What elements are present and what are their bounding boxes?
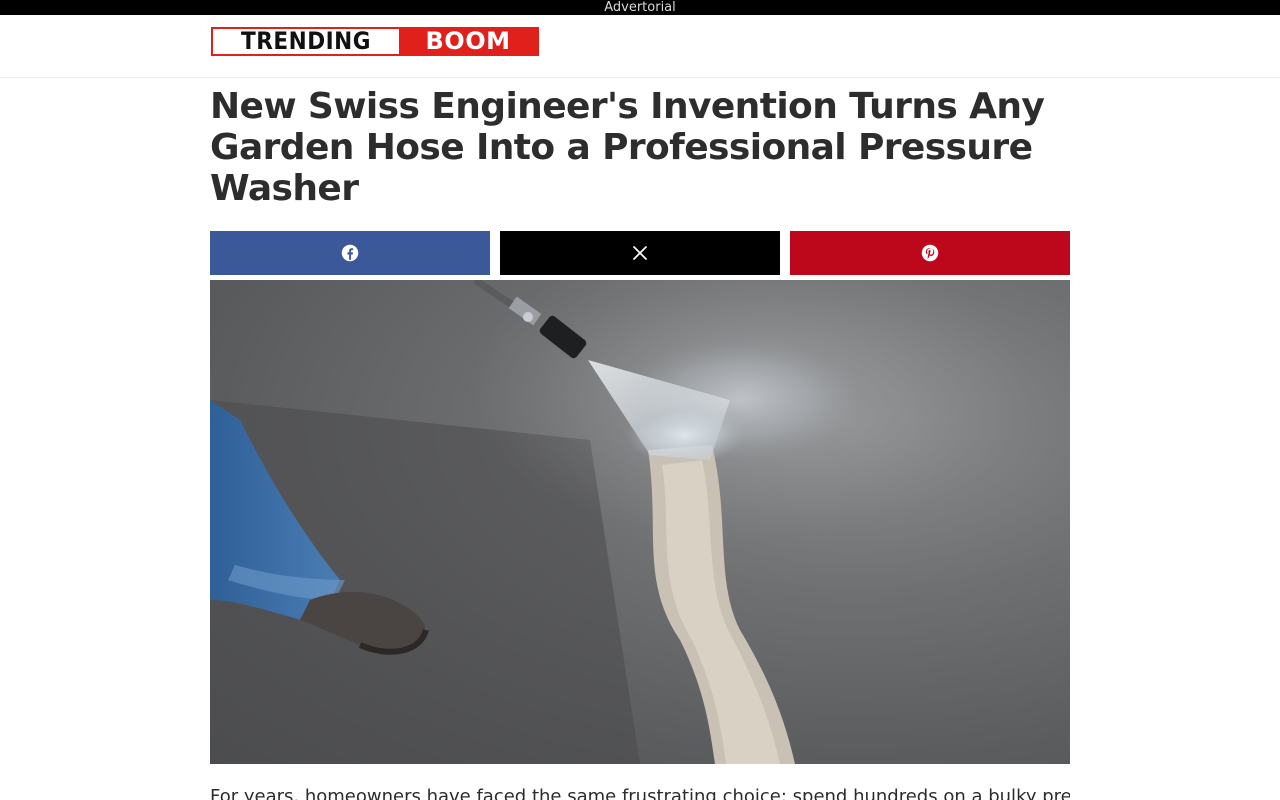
article-title: New Swiss Engineer's Invention Turns Any… [210, 86, 1045, 209]
advertorial-bar: Advertorial [0, 0, 1280, 15]
pinterest-icon [921, 244, 939, 262]
logo-text-boom: BOOM [399, 29, 537, 54]
site-header: TRENDING BOOM [0, 15, 1280, 78]
share-facebook-button[interactable] [210, 231, 490, 275]
logo-text-trending: TRENDING [213, 29, 399, 54]
share-x-button[interactable] [500, 231, 780, 275]
article-intro-paragraph: For years, homeowners have faced the sam… [210, 786, 1070, 800]
hero-image [210, 280, 1070, 764]
site-logo[interactable]: TRENDING BOOM [211, 27, 539, 56]
x-icon [633, 246, 647, 260]
pressure-washer-scene [210, 280, 1030, 764]
advertorial-label: Advertorial [604, 0, 676, 15]
facebook-icon [341, 244, 359, 262]
share-pinterest-button[interactable] [790, 231, 1070, 275]
